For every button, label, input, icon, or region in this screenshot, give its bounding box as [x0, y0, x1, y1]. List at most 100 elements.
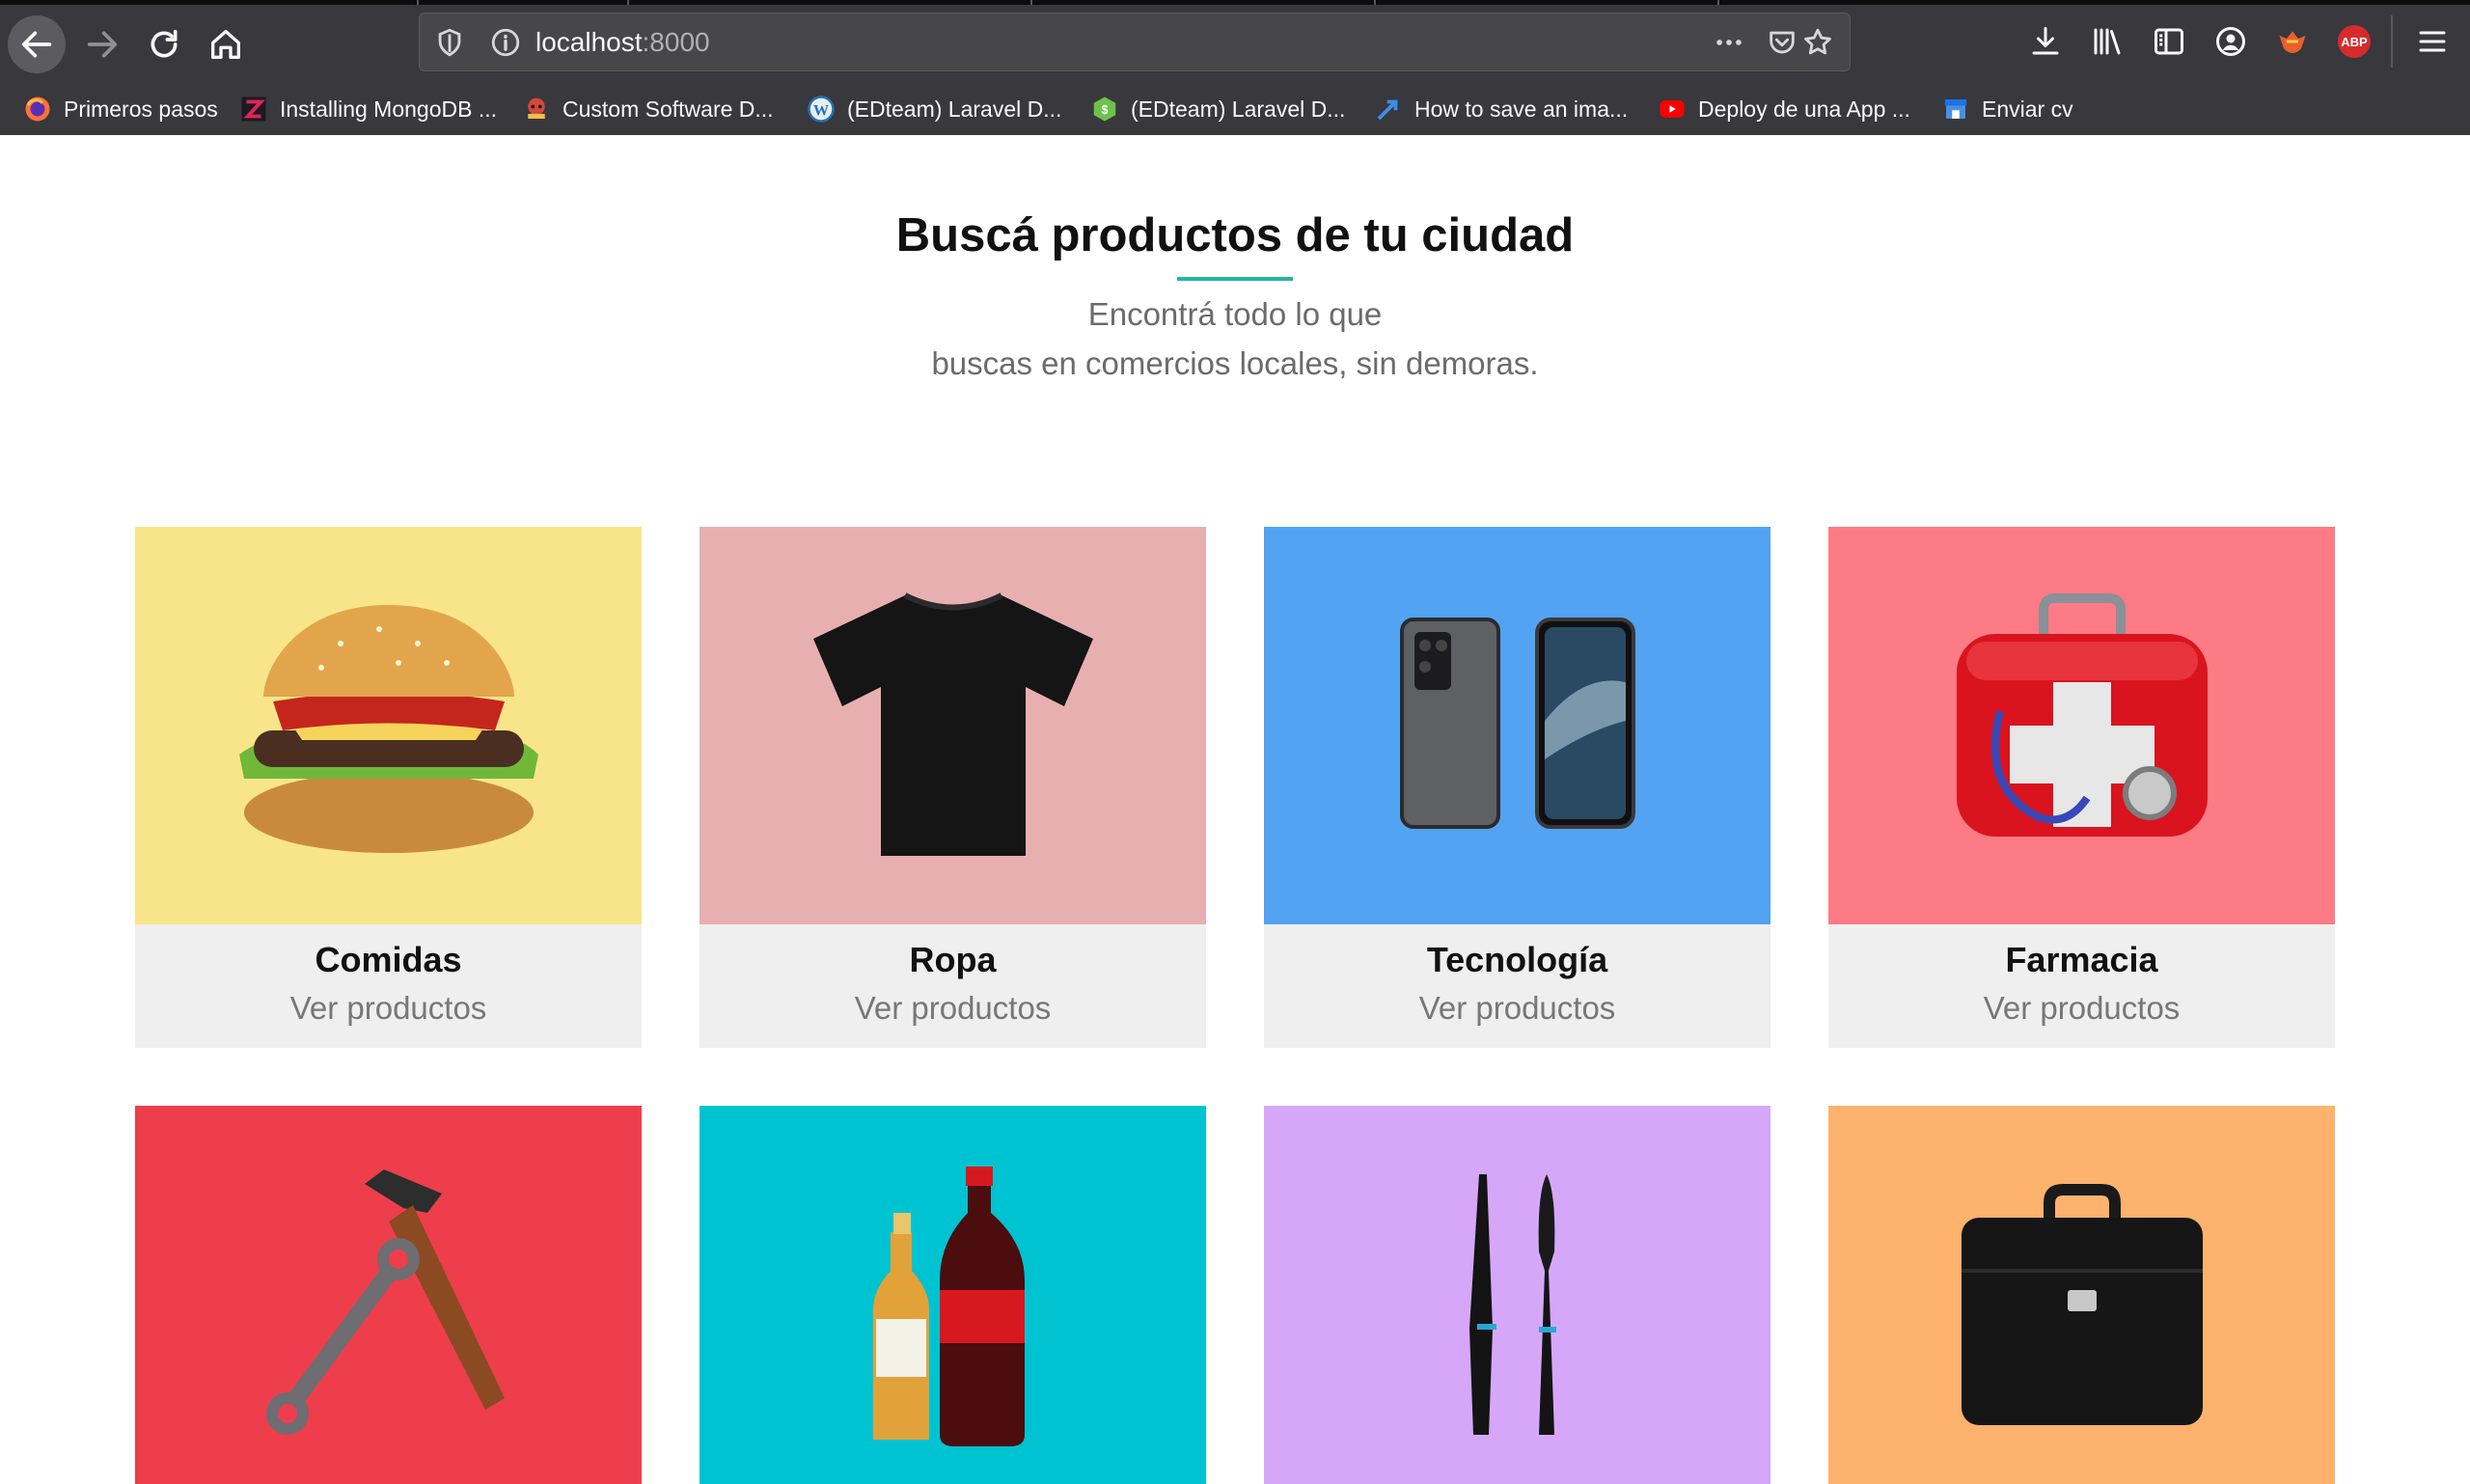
arrow-left-icon	[21, 31, 52, 58]
category-name[interactable]: Farmacia	[1828, 940, 2335, 980]
tab-separator	[1030, 0, 1032, 5]
subtitle-line: buscas en comercios locales, sin demoras…	[931, 345, 1539, 381]
category-card-ropa[interactable]: Ropa Ver productos	[700, 527, 1206, 1048]
extension-fox-icon	[2279, 31, 2306, 53]
page-subtitle: Encontrá todo lo que buscas en comercios…	[753, 289, 1717, 388]
page-content: Buscá productos de tu ciudad Encontrá to…	[0, 135, 2470, 1484]
account-button[interactable]	[2210, 21, 2251, 62]
download-icon	[2032, 27, 2059, 55]
category-name[interactable]: Tecnología	[1264, 940, 1770, 980]
category-footer: Tecnología Ver productos	[1264, 924, 1770, 1048]
bookmark-item[interactable]: Primeros pasos	[23, 93, 218, 125]
bookmark-label: Custom Software D...	[563, 96, 774, 122]
category-image[interactable]	[1828, 527, 2335, 924]
url-bar[interactable]: localhost:8000	[419, 13, 1851, 71]
bookmark-label: Deploy de una App ...	[1698, 96, 1910, 122]
tab-separator	[627, 0, 629, 5]
category-card[interactable]	[1828, 1106, 2335, 1484]
arrow-logo-icon	[1374, 95, 1403, 124]
category-name[interactable]: Comidas	[135, 940, 642, 980]
category-image[interactable]	[1264, 1106, 1770, 1484]
reload-button[interactable]	[135, 15, 193, 73]
back-button[interactable]	[8, 15, 66, 73]
drinks-icon	[872, 1167, 1025, 1446]
category-card[interactable]	[135, 1106, 642, 1484]
sidebar-button[interactable]	[2149, 21, 2189, 62]
category-card-tecnologia[interactable]: Tecnología Ver productos	[1264, 527, 1770, 1048]
youtube-icon	[1658, 95, 1687, 124]
extension-button[interactable]	[2272, 21, 2313, 62]
menu-button[interactable]	[2412, 21, 2453, 62]
pocket-icon[interactable]	[1766, 26, 1798, 59]
store-icon	[1941, 95, 1970, 124]
briefcase-icon	[1961, 1184, 2203, 1425]
bookmark-item[interactable]: Custom Software D...	[522, 93, 774, 125]
category-card[interactable]	[700, 1106, 1206, 1484]
url-host: localhost	[535, 27, 643, 57]
bookmark-label: (EDteam) Laravel D...	[1131, 96, 1346, 122]
browser-toolbar: localhost:8000 ABP Primeros pasos Instal…	[0, 0, 2470, 135]
view-products-link[interactable]: Ver productos	[1264, 990, 1770, 1027]
bookmarks-toolbar: Primeros pasos Installing MongoDB ... Cu…	[0, 85, 2470, 133]
arrow-right-icon	[87, 31, 118, 58]
forward-button[interactable]	[73, 15, 131, 73]
first-aid-kit-icon	[1956, 593, 2208, 837]
tshirt-icon	[812, 592, 1093, 856]
downloads-button[interactable]	[2025, 21, 2066, 62]
bookmark-label: Primeros pasos	[64, 96, 218, 122]
home-button[interactable]	[197, 15, 255, 73]
svg-text:W: W	[813, 101, 829, 119]
zeal-logo-icon	[239, 95, 268, 124]
tools-icon	[265, 1169, 505, 1435]
burger-icon	[238, 605, 538, 853]
tab-strip	[0, 0, 2470, 5]
bookmark-label: Installing MongoDB ...	[280, 96, 498, 122]
tab-separator	[1374, 0, 1376, 5]
firefox-icon	[23, 95, 52, 124]
site-info-icon[interactable]	[489, 26, 522, 59]
view-products-link[interactable]: Ver productos	[135, 990, 642, 1027]
reload-icon	[151, 29, 178, 58]
view-products-link[interactable]: Ver productos	[700, 990, 1206, 1027]
adblock-plus-button[interactable]: ABP	[2334, 21, 2374, 62]
bookmark-item[interactable]: Enviar cv	[1941, 93, 2073, 125]
smartphones-icon	[1399, 618, 1635, 829]
company-logo-icon	[522, 95, 551, 124]
sidebar-icon	[2154, 28, 2183, 55]
hamburger-menu-icon	[2419, 31, 2446, 52]
bookmark-item[interactable]: Deploy de una App ...	[1658, 93, 1910, 125]
bookmark-item[interactable]: Installing MongoDB ...	[239, 93, 497, 125]
url-text[interactable]: localhost:8000	[535, 26, 710, 59]
category-footer: Ropa Ver productos	[700, 924, 1206, 1048]
category-image[interactable]	[1828, 1106, 2335, 1484]
bookmark-item[interactable]: W (EDteam) Laravel D...	[807, 93, 1061, 125]
tab-separator	[1717, 0, 1719, 5]
toolbar-separator	[2391, 15, 2393, 68]
bookmark-item[interactable]: $ (EDteam) Laravel D...	[1090, 93, 1345, 125]
adblock-plus-icon: ABP	[2338, 25, 2371, 58]
library-button[interactable]	[2087, 21, 2127, 62]
category-card[interactable]	[1264, 1106, 1770, 1484]
subtitle-line: Encontrá todo lo que	[1087, 296, 1383, 332]
tracking-shield-icon[interactable]	[433, 26, 466, 59]
tab-separator	[417, 0, 419, 5]
category-footer: Farmacia Ver productos	[1828, 924, 2335, 1048]
category-image[interactable]	[1264, 527, 1770, 924]
category-card-comidas[interactable]: Comidas Ver productos	[135, 527, 642, 1048]
more-actions-icon[interactable]	[1713, 26, 1745, 59]
bookmark-star-icon[interactable]	[1801, 26, 1834, 59]
category-image[interactable]	[700, 527, 1206, 924]
category-footer: Comidas Ver productos	[135, 924, 642, 1048]
category-name[interactable]: Ropa	[700, 940, 1206, 980]
title-underline	[1177, 277, 1293, 281]
category-card-farmacia[interactable]: Farmacia Ver productos	[1828, 527, 2335, 1048]
hexagon-logo-icon: $	[1090, 95, 1119, 124]
view-products-link[interactable]: Ver productos	[1828, 990, 2335, 1027]
category-image[interactable]	[135, 527, 642, 924]
account-icon	[2216, 27, 2245, 56]
bookmark-item[interactable]: How to save an ima...	[1374, 93, 1628, 125]
url-port: :8000	[642, 27, 710, 57]
category-image[interactable]	[135, 1106, 642, 1484]
home-icon	[211, 29, 240, 59]
category-image[interactable]	[700, 1106, 1206, 1484]
